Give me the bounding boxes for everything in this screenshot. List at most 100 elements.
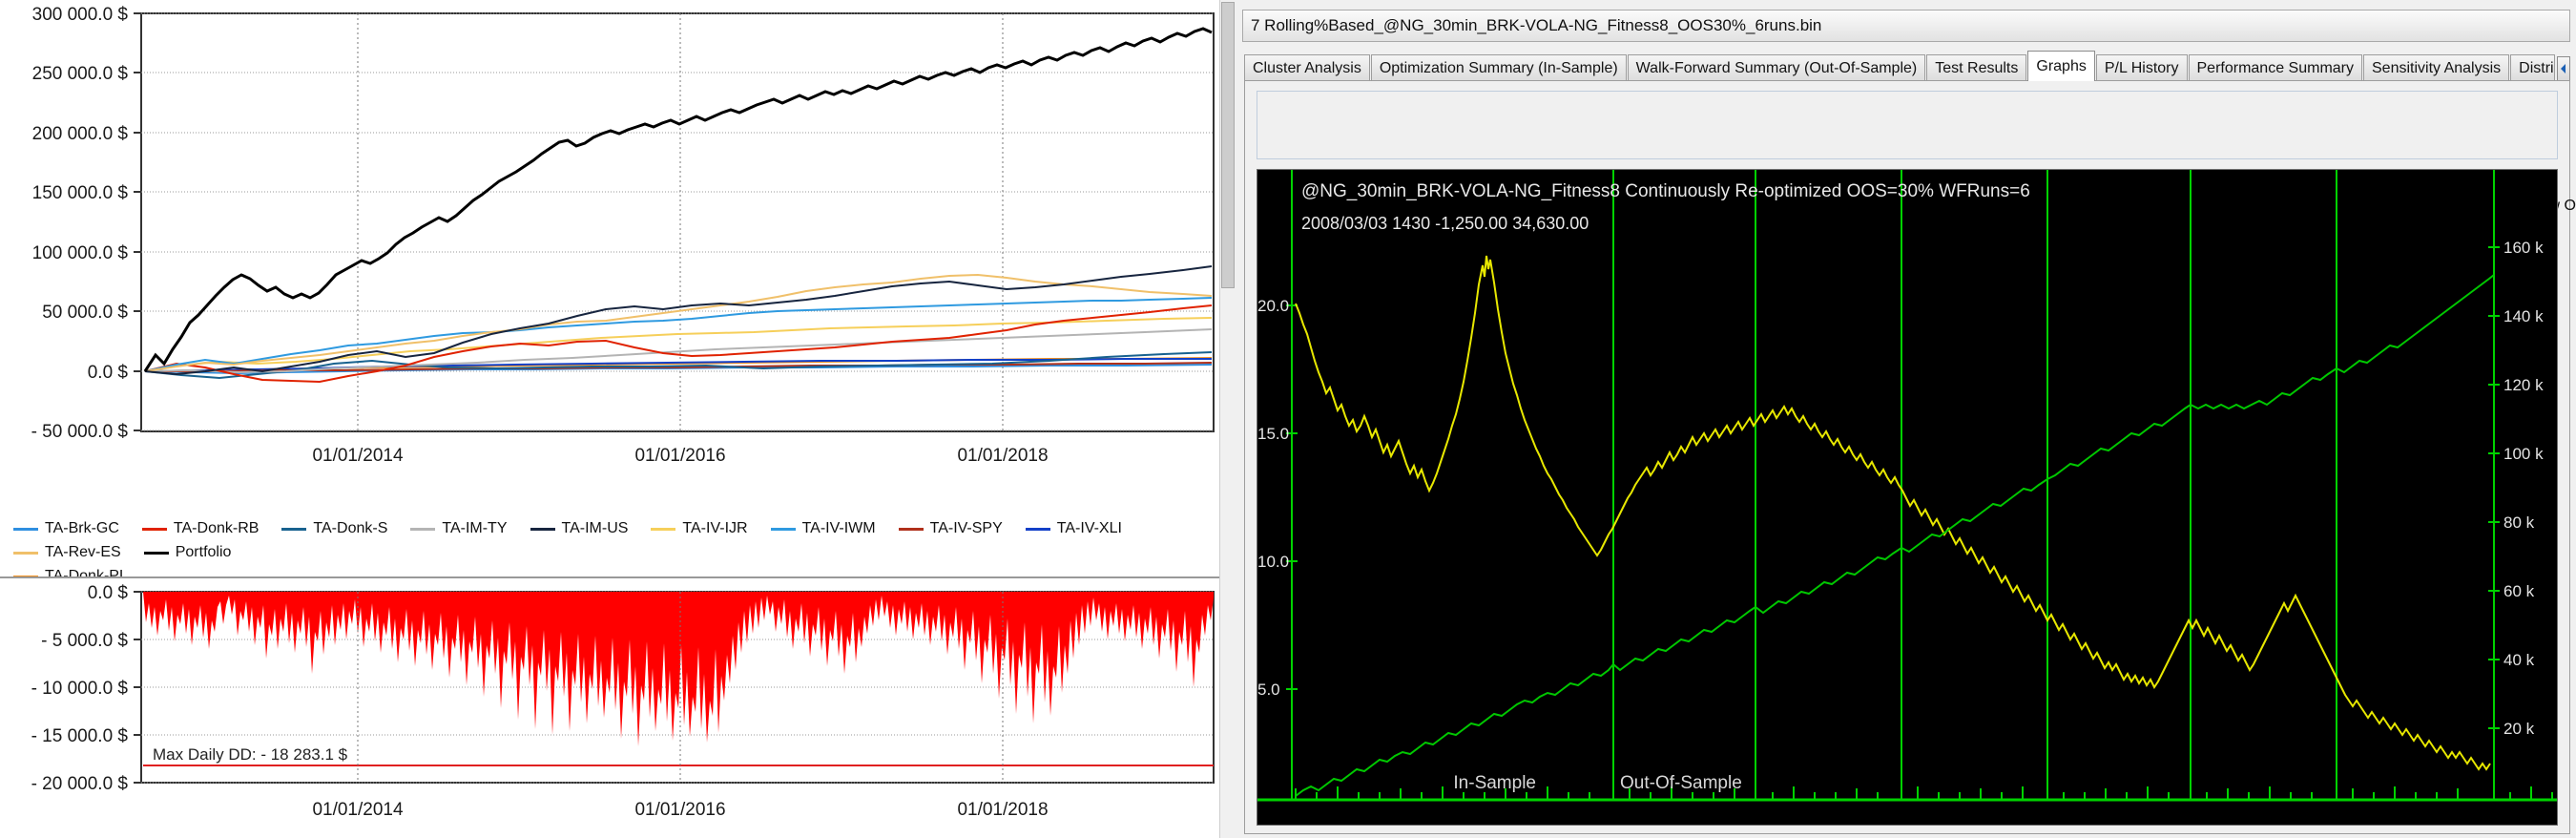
drawdown-ytick-0: 0.0 $: [88, 583, 129, 603]
chevron-left-icon: [2560, 64, 2566, 73]
legend-item-label: TA-IV-SPY: [929, 520, 1003, 536]
legend-item-ta-rev-es[interactable]: TA-Rev-ES: [13, 544, 121, 561]
tab-distrib[interactable]: Distrib: [2510, 54, 2555, 81]
tab-sensitivity-analysis[interactable]: Sensitivity Analysis: [2363, 54, 2510, 81]
equity-ytick-7: - 50 000.0 $: [31, 422, 129, 442]
tab-label: Cluster Analysis: [1253, 59, 1361, 76]
equity-chart-svg: 300 000.0 $ 250 000.0 $ 200 000.0 $ 150 …: [31, 5, 1215, 466]
legend-item-portfolio[interactable]: Portfolio: [143, 544, 232, 561]
tab-scroll-left-button[interactable]: [2556, 56, 2570, 81]
right-axis-tick-1: 140 k: [2503, 307, 2544, 325]
legend-color-swatch: [13, 551, 38, 555]
left-panel-scrollbar-thumb[interactable]: [1221, 2, 1235, 288]
drawdown-xtick-2: 01/01/2018: [957, 800, 1048, 820]
legend-item-label: TA-IV-IJR: [682, 520, 748, 536]
legend-item-ta-iv-xli[interactable]: TA-IV-XLI: [1025, 520, 1122, 537]
right-axis-tick-5: 60 k: [2503, 582, 2535, 600]
equity-xtick-1: 01/01/2016: [634, 446, 725, 466]
legend-color-swatch: [410, 527, 436, 531]
right-axis-tick-6: 40 k: [2503, 651, 2535, 669]
walk-forward-equity-graph[interactable]: @NG_30min_BRK-VOLA-NG_Fitness8 Continuou…: [1257, 169, 2558, 826]
tab-optimization-summary-in-sample[interactable]: Optimization Summary (In-Sample): [1370, 54, 1627, 81]
legend-item-label: TA-IM-TY: [442, 520, 508, 536]
max-drawdown-label: Max Daily DD: - 18 283.1 $: [153, 745, 348, 764]
in-sample-label: In-Sample: [1453, 773, 1536, 793]
legend-color-swatch: [530, 527, 555, 531]
legend-item-label: TA-Donk-S: [313, 520, 388, 536]
legend-color-swatch: [281, 527, 307, 531]
equity-y-tickmarks: [134, 12, 141, 431]
legend-item-ta-iv-spy[interactable]: TA-IV-SPY: [898, 520, 1003, 537]
right-axis-tick-0: 160 k: [2503, 239, 2544, 257]
tab-label: Optimization Summary (In-Sample): [1379, 59, 1618, 76]
equity-ytick-4: 100 000.0 $: [32, 243, 129, 263]
tab-walk-forward-summary-out-of-sample[interactable]: Walk-Forward Summary (Out-Of-Sample): [1627, 54, 1926, 81]
window-title-text: 7 Rolling%Based_@NG_30min_BRK-VOLA-NG_Fi…: [1251, 16, 1822, 34]
drawdown-ytick-4: - 20 000.0 $: [31, 774, 129, 794]
equity-ytick-2: 200 000.0 $: [32, 124, 129, 144]
legend-item-ta-iv-ijr[interactable]: TA-IV-IJR: [651, 520, 748, 537]
left-axis-tick-2: 10.0: [1257, 553, 1289, 571]
legend-color-swatch: [141, 527, 167, 531]
legend-item-label: TA-Rev-ES: [45, 544, 121, 560]
legend-item-ta-iv-iwm[interactable]: TA-IV-IWM: [770, 520, 876, 537]
tab-label: Performance Summary: [2196, 59, 2355, 76]
drawdown-chart: 0.0 $ - 5 000.0 $ - 10 000.0 $ - 15 000.…: [0, 576, 1236, 838]
equity-xtick-0: 01/01/2014: [312, 446, 404, 466]
equity-ytick-1: 250 000.0 $: [32, 64, 129, 84]
legend-color-swatch: [143, 551, 169, 555]
left-axis-tick-1: 15.0: [1257, 425, 1289, 443]
equity-ytick-0: 300 000.0 $: [32, 5, 129, 25]
tab-performance-summary[interactable]: Performance Summary: [2188, 54, 2362, 81]
legend-item-label: Portfolio: [175, 544, 232, 560]
chart-readout: 2008/03/03 1430 -1,250.00 34,630.00: [1301, 214, 1589, 233]
tab-label: Test Results: [1935, 59, 2019, 76]
left-axis-tick-3: 5.0: [1257, 681, 1280, 699]
equity-ytick-5: 50 000.0 $: [42, 303, 128, 323]
tab-label: Sensitivity Analysis: [2372, 59, 2502, 76]
drawdown-ytick-3: - 15 000.0 $: [31, 726, 129, 746]
legend-item-ta-donk-rb[interactable]: TA-Donk-RB: [141, 520, 260, 537]
legend-item-label: TA-IV-IWM: [801, 520, 876, 536]
chart-background: [1257, 170, 2557, 825]
right-axis-tick-2: 120 k: [2503, 376, 2544, 394]
right-axis-tick-4: 80 k: [2503, 513, 2535, 532]
legend-item-label: TA-Brk-GC: [45, 520, 119, 536]
right-axis-tick-7: 20 k: [2503, 720, 2535, 738]
tab-test-results[interactable]: Test Results: [1926, 54, 2027, 81]
equity-analysis-panel: 300 000.0 $ 250 000.0 $ 200 000.0 $ 150 …: [0, 0, 1236, 838]
tab-graphs[interactable]: Graphs: [2027, 51, 2095, 81]
tab-label: Graphs: [2036, 57, 2087, 74]
tabstrip: Cluster Analysis Optimization Summary (In…: [1244, 51, 2570, 81]
chart-title: @NG_30min_BRK-VOLA-NG_Fitness8 Continuou…: [1301, 181, 2030, 201]
legend-item-label: TA-IM-US: [561, 520, 629, 536]
tab-cluster-analysis[interactable]: Cluster Analysis: [1244, 54, 1370, 81]
legend-item-ta-brk-gc[interactable]: TA-Brk-GC: [13, 520, 119, 537]
tab-label: P/L History: [2104, 59, 2179, 76]
legend-color-swatch: [770, 527, 796, 531]
legend-color-swatch: [1025, 527, 1050, 531]
legend-item-label: TA-IV-XLI: [1056, 520, 1122, 536]
legend-item-ta-donk-s[interactable]: TA-Donk-S: [281, 520, 387, 537]
legend-item-ta-im-ty[interactable]: TA-IM-TY: [410, 520, 508, 537]
walk-forward-analyzer-window: 7 Rolling%Based_@NG_30min_BRK-VOLA-NG_Fi…: [1236, 0, 2576, 838]
right-axis-tick-3: 100 k: [2503, 445, 2544, 463]
walk-forward-equity-svg: @NG_30min_BRK-VOLA-NG_Fitness8 Continuou…: [1257, 170, 2557, 825]
out-of-sample-label: Out-Of-Sample: [1620, 773, 1742, 793]
drawdown-xtick-0: 01/01/2014: [312, 800, 404, 820]
drawdown-ytick-1: - 5 000.0 $: [41, 631, 128, 651]
window-titlebar[interactable]: 7 Rolling%Based_@NG_30min_BRK-VOLA-NG_Fi…: [1242, 10, 2570, 42]
legend-item-ta-im-us[interactable]: TA-IM-US: [530, 520, 629, 537]
drawdown-ytick-2: - 10 000.0 $: [31, 679, 129, 699]
drawdown-y-tickmarks: [134, 591, 141, 784]
graphs-tab-pane: Equity graphs Show OOS intervals Trade D…: [1244, 80, 2576, 834]
tab-p-l-history[interactable]: P/L History: [2095, 54, 2188, 81]
legend-item-label: TA-Donk-RB: [173, 520, 260, 536]
left-axis-tick-0: 20.0: [1257, 297, 1289, 315]
portfolio-equity-chart: 300 000.0 $ 250 000.0 $ 200 000.0 $ 150 …: [0, 0, 1236, 584]
tab-label: Walk-Forward Summary (Out-Of-Sample): [1635, 59, 1918, 76]
legend-color-swatch: [651, 527, 676, 531]
tab-label: Distrib: [2519, 59, 2554, 76]
legend-color-swatch: [898, 527, 924, 531]
equity-ytick-6: 0.0 $: [88, 363, 129, 383]
